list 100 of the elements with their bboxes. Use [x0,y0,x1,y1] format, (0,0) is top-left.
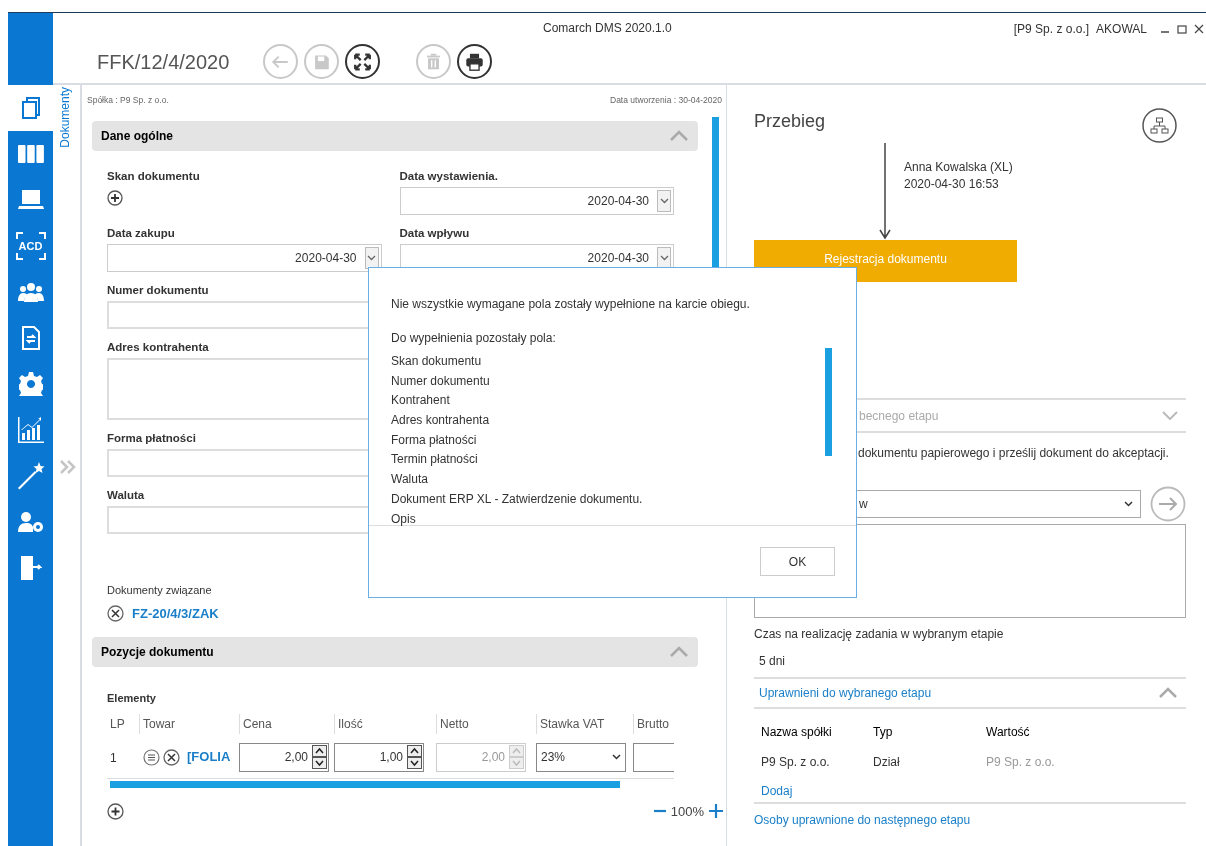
number-field[interactable]: 2,00 [239,742,329,772]
chevron-down-icon [612,754,621,760]
exit-door-icon [19,555,42,581]
company-info: Spółka : P9 Sp. z o.o. [87,94,169,107]
missing-field-item: Termin płatności [391,451,479,469]
scroll-bar[interactable] [825,348,832,456]
date-field[interactable]: 2020-04-30 [107,244,382,272]
table-cell-text: Dział [873,754,901,771]
column-header: Brutto [637,715,669,733]
ocr-label: ACD [18,240,43,252]
missing-field-item: Numer dokumentu [391,372,491,390]
settings-icon [18,372,43,396]
laptop-icon [17,189,44,211]
zoom-level: 100% [670,802,704,821]
print-button[interactable] [457,44,492,79]
window-title: Comarch DMS 2020.1.0 [543,20,672,37]
vat-select[interactable]: 23% [536,742,626,772]
scroll-bar[interactable] [110,780,620,788]
missing-field-item: Kontrahent [391,392,451,410]
column-header: LP [110,715,125,733]
field-label: Skan dokumentu [107,169,201,182]
dropdown-button[interactable] [657,247,671,269]
section-header[interactable]: Pozycje dokumentu [92,637,698,667]
hierarchy-button[interactable] [1142,108,1177,143]
input-field[interactable] [633,742,674,772]
column-header: Nazwa spółki [761,724,833,741]
company-label: [P9 Sp. z o.o.] [1013,21,1090,38]
field-label: Data wpływu [399,226,471,239]
table-cell-text: P9 Sp. z o.o. [986,754,1056,771]
add-circle-icon[interactable] [107,802,124,820]
zoom-in-icon[interactable] [709,804,723,819]
chart-icon [16,416,45,444]
document-number: FFK/12/4/2020 [97,49,231,75]
creation-date: Data utworzenia : 30-04-2020 [610,94,722,107]
date-field[interactable]: 2020-04-30 [399,187,674,215]
field-label: Adres kontrahenta [107,340,210,353]
related-label: Dokumenty związane [107,583,213,598]
user-label: AKOWAL [1096,21,1147,38]
user-gear-icon [17,511,44,533]
binders-icon [17,144,44,164]
dropdown-button[interactable] [657,190,671,212]
section-header[interactable]: Dane ogólne [92,121,698,151]
add-circle-icon[interactable] [107,190,123,206]
field-label: Forma płatności [107,431,197,444]
collapse-caret-icon[interactable] [1158,687,1178,699]
forward-button[interactable] [1150,486,1186,522]
fullscreen-button[interactable] [345,44,380,79]
users-icon [17,282,44,302]
field-label: Data wystawienia. [399,169,499,182]
add-link[interactable]: Dodaj [754,782,793,802]
document-sync-icon [21,326,40,350]
document-link[interactable]: FZ-20/4/3/ZAK [132,603,219,623]
column-header: Towar [143,715,175,733]
dialog-message: Nie wszystkie wymagane pola zostały wypełnione na karcie obiegu. [391,296,751,313]
chevron-down-icon [659,198,669,204]
dropdown-button[interactable] [364,247,379,269]
panel-title: Przebieg [754,110,826,133]
field-label: Waluta [107,488,146,501]
maximize-icon[interactable] [1177,24,1187,34]
column-header: Netto [440,715,469,733]
missing-field-item: Waluta [391,471,429,489]
column-header: Ilość [338,715,363,733]
dokumenty-tab[interactable]: Dokumenty [56,87,74,148]
deadline-value: 5 dni [758,653,787,670]
instruction-text: dokumentu papierowego i prześlij dokument do akceptacji. [857,445,1170,462]
magic-wand-icon [16,462,45,490]
missing-field-item: Forma płatności [391,431,478,449]
missing-field-item: Adres kontrahenta [391,412,491,430]
close-icon[interactable] [1194,24,1204,34]
remove-icon[interactable] [107,604,124,622]
chevron-down-icon [1124,501,1133,507]
documents-icon [19,96,42,120]
deadline-label: Czas na realizację zadania w wybranym etapie [754,626,1005,643]
sidebar-item[interactable]: ACD [8,223,53,269]
stepper-icon[interactable] [312,744,327,770]
number-field[interactable]: 1,00 [334,742,424,772]
chevron-down-icon [367,255,376,261]
list-title: Do wypełnienia pozostały pola: [391,330,557,347]
table-cell-text: P9 Sp. z o.o. [761,754,831,771]
section-header[interactable]: Uprawnieni do wybranego etapu [754,677,1186,709]
remove-icon[interactable] [163,748,180,766]
field-label: Data zakupu [107,226,176,239]
column-header: Typ [873,724,894,741]
author-name: Anna Kowalska (XL) [904,159,1013,176]
stepper-icon[interactable] [407,744,422,770]
missing-field-item: Dokument ERP XL - Zatwierdzenie dokumentu. [391,490,644,508]
column-header: Wartość [986,724,1031,741]
timestamp: 2020-04-30 16:53 [904,176,1000,193]
column-header: Cena [243,715,272,733]
field-label: Numer dokumentu [107,283,210,296]
stage-label: Rejestracja dokumentu [824,251,947,268]
missing-field-item: Skan dokumentu [391,353,483,370]
product-link[interactable]: [FOLIA [187,747,231,767]
list-icon[interactable] [143,748,160,766]
table-title: Elementy [107,691,157,706]
missing-field-item: Opis [391,510,417,528]
next-people-link[interactable]: Osoby uprawnione do następnego etapu [754,802,1186,829]
chevron-down-icon [659,255,669,261]
ok-button[interactable]: OK [760,547,835,576]
table-cell: 1 [110,751,117,765]
